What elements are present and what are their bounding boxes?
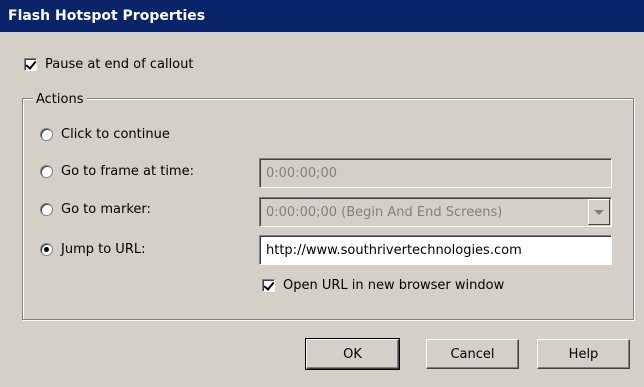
dialog-title: Flash Hotspot Properties [8, 8, 206, 24]
open-new-window-checkbox[interactable] [262, 279, 275, 292]
pause-at-end-checkbox-row[interactable]: Pause at end of callout [24, 57, 193, 72]
cancel-button-label: Cancel [450, 346, 495, 362]
radio-go-to-marker[interactable] [40, 203, 53, 216]
radio-jump-to-url-row[interactable]: Jump to URL: [40, 242, 145, 257]
pause-at-end-checkbox[interactable] [24, 58, 37, 71]
radio-go-to-marker-label: Go to marker: [61, 202, 151, 217]
pause-at-end-label: Pause at end of callout [45, 57, 194, 72]
dialog-title-bar[interactable]: Flash Hotspot Properties [0, 0, 644, 32]
radio-click-to-continue-row[interactable]: Click to continue [40, 127, 170, 142]
radio-go-to-marker-row[interactable]: Go to marker: [40, 202, 151, 217]
ok-button-label: OK [343, 346, 362, 362]
help-button[interactable]: Help [537, 339, 630, 369]
frame-time-field[interactable]: 0:00:00;00 [259, 158, 612, 188]
marker-select[interactable]: 0:00:00;00 (Begin And End Screens) [259, 197, 612, 227]
chevron-down-icon [594, 209, 604, 215]
radio-click-to-continue[interactable] [40, 128, 53, 141]
radio-go-to-frame-row[interactable]: Go to frame at time: [40, 164, 194, 179]
radio-jump-to-url-label: Jump to URL: [61, 242, 146, 257]
open-new-window-label: Open URL in new browser window [283, 278, 505, 293]
radio-go-to-frame[interactable] [40, 165, 53, 178]
radio-click-to-continue-label: Click to continue [61, 127, 170, 142]
url-input-value: http://www.southrivertechnologies.com [266, 242, 522, 258]
marker-select-value: 0:00:00;00 (Begin And End Screens) [266, 204, 503, 220]
help-button-label: Help [568, 346, 599, 362]
open-new-window-checkbox-row[interactable]: Open URL in new browser window [262, 278, 504, 293]
radio-jump-to-url[interactable] [40, 243, 53, 256]
marker-dropdown-button[interactable] [588, 199, 610, 225]
url-input[interactable]: http://www.southrivertechnologies.com [259, 235, 612, 265]
ok-button[interactable]: OK [305, 338, 400, 370]
actions-group-label: Actions [33, 92, 87, 107]
frame-time-value: 0:00:00;00 [266, 165, 338, 181]
radio-go-to-frame-label: Go to frame at time: [61, 164, 194, 179]
cancel-button[interactable]: Cancel [426, 339, 519, 369]
